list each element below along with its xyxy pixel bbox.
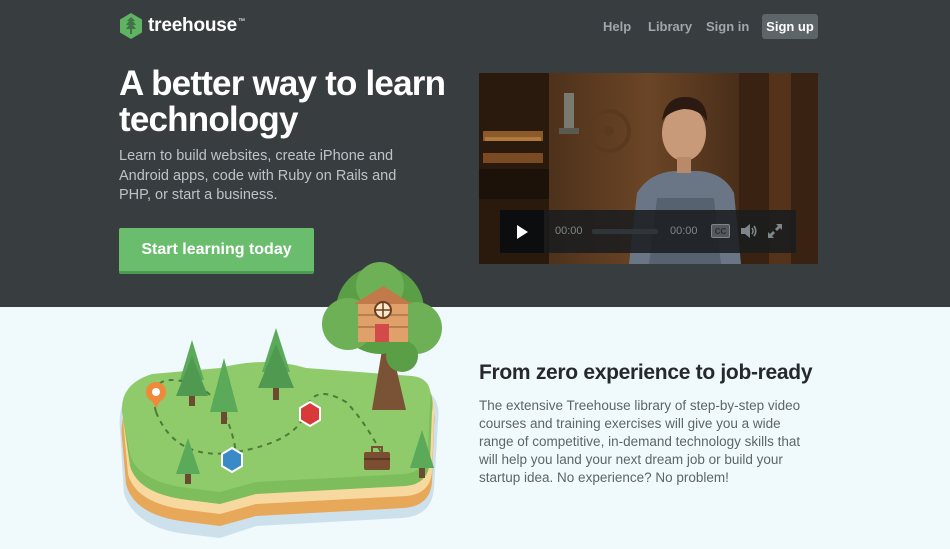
closed-captions-button[interactable]: CC (711, 224, 730, 238)
play-icon (517, 224, 528, 239)
volume-icon[interactable] (740, 223, 758, 239)
play-button[interactable] (500, 210, 544, 253)
nav-help-link[interactable]: Help (603, 19, 631, 34)
section-description: The extensive Treehouse library of step-… (479, 398, 801, 485)
video-controls: 00:00 00:00 CC (500, 210, 796, 253)
treehouse-logo-icon (120, 13, 142, 39)
hero-section: treehouse ™ Help Library Sign in Sign up… (0, 0, 950, 307)
treehouse-logo[interactable]: treehouse ™ (119, 13, 245, 39)
video-duration: 00:00 (670, 225, 698, 237)
nav-signin-link[interactable]: Sign in (706, 19, 749, 34)
trademark-symbol: ™ (238, 17, 246, 25)
brand-name: treehouse (148, 15, 238, 36)
hero-subtext: Learn to build websites, create iPhone a… (119, 148, 397, 203)
signup-button[interactable]: Sign up (762, 14, 818, 39)
hero-headline: A better way to learn technology (119, 64, 446, 139)
current-time: 00:00 (555, 225, 583, 237)
intro-video-player[interactable]: 00:00 00:00 CC (479, 73, 818, 264)
treehouse-island-illustration (119, 262, 442, 538)
section-heading: From zero experience to job-ready (479, 361, 813, 384)
video-progress-bar[interactable] (592, 229, 658, 234)
nav-library-link[interactable]: Library (648, 19, 692, 34)
fullscreen-icon[interactable] (767, 223, 783, 239)
